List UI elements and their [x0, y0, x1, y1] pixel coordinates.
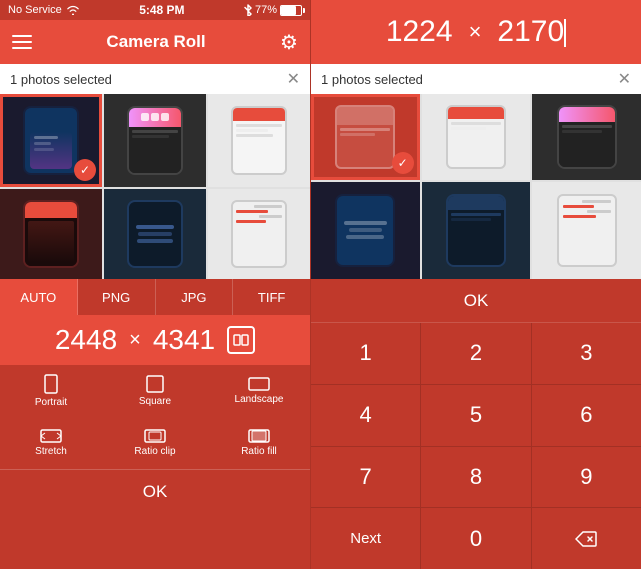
portrait-icon [42, 374, 60, 394]
status-time: 5:48 PM [139, 3, 184, 17]
stretch-button[interactable]: Stretch [0, 417, 102, 469]
selection-count-left: 1 photos selected [10, 72, 112, 87]
hamburger-line-1 [12, 35, 32, 37]
right-multiply: × [469, 19, 482, 45]
photo-thumb-r6[interactable] [532, 182, 641, 280]
square-icon [146, 375, 164, 393]
multiply-symbol-left: × [129, 329, 141, 352]
settings-gear-button[interactable]: ⚙ [280, 30, 298, 55]
hamburger-line-3 [12, 47, 32, 49]
right-width: 1224 [386, 15, 453, 49]
backspace-button[interactable] [532, 508, 641, 569]
photo-thumb-4[interactable] [0, 189, 102, 280]
bluetooth-icon [244, 4, 252, 16]
photo-thumb-r4[interactable] [311, 182, 420, 280]
backspace-icon [575, 531, 597, 547]
left-panel: No Service 5:48 PM 77% [0, 0, 310, 569]
photo-thumb-r5[interactable] [422, 182, 531, 280]
ratio-clip-label: Ratio clip [134, 446, 175, 457]
tab-jpg[interactable]: JPG [156, 279, 234, 315]
format-tabs: AUTO PNG JPG TIFF [0, 279, 310, 315]
cursor [564, 19, 566, 47]
square-label: Square [139, 396, 171, 407]
status-right: 77% [244, 4, 302, 16]
photo-thumb-3[interactable] [208, 94, 310, 187]
ratio-fill-label: Ratio fill [241, 446, 277, 457]
right-height: 2170 [497, 15, 566, 49]
battery-fill [281, 6, 296, 15]
key-9[interactable]: 9 [532, 447, 641, 508]
photo-thumb-6[interactable] [208, 189, 310, 280]
photo-thumb-r3[interactable] [532, 94, 641, 180]
selected-badge-r1: ✓ [392, 152, 414, 174]
selection-bar-left: 1 photos selected ✕ [0, 64, 310, 94]
hamburger-line-2 [12, 41, 32, 43]
menu-button[interactable] [12, 35, 32, 49]
key-0[interactable]: 0 [421, 508, 530, 569]
numpad: OK 1 2 3 4 5 6 7 8 9 Next 0 [311, 279, 641, 569]
key-6[interactable]: 6 [532, 385, 641, 446]
mode-row-1: Portrait Square Landscape [0, 365, 310, 417]
mode-row-2: Stretch Ratio clip Ratio fill [0, 417, 310, 469]
battery-percent: 77% [255, 4, 277, 16]
photo-thumb-2[interactable] [104, 94, 206, 187]
camera-roll-title: Camera Roll [106, 32, 205, 52]
portrait-label: Portrait [35, 397, 67, 408]
landscape-button[interactable]: Landscape [208, 365, 310, 417]
photo-thumb-1[interactable]: ✓ [0, 94, 102, 187]
ratio-fill-button[interactable]: Ratio fill [208, 417, 310, 469]
ratio-clip-icon [144, 429, 166, 443]
battery-icon [280, 5, 302, 16]
photo-grid-left: ✓ [0, 94, 310, 279]
ratio-clip-button[interactable]: Ratio clip [104, 417, 206, 469]
selection-count-right: 1 photos selected [321, 72, 423, 87]
tab-tiff[interactable]: TIFF [233, 279, 310, 315]
close-selection-left[interactable]: ✕ [287, 69, 300, 89]
service-label: No Service [8, 4, 62, 16]
close-selection-right[interactable]: ✕ [618, 69, 631, 89]
photo-thumb-r1[interactable]: ✓ [311, 94, 420, 180]
status-bar-left: No Service 5:48 PM 77% [0, 0, 310, 20]
key-3[interactable]: 3 [532, 323, 641, 384]
link-icon-svg [233, 332, 249, 348]
key-8[interactable]: 8 [421, 447, 530, 508]
landscape-label: Landscape [235, 394, 284, 405]
key-5[interactable]: 5 [421, 385, 530, 446]
width-value: 2448 [55, 324, 117, 356]
key-1[interactable]: 1 [311, 323, 420, 384]
landscape-icon [248, 377, 270, 391]
dimension-display-right: 1224 × 2170 [311, 0, 641, 64]
stretch-label: Stretch [35, 446, 67, 457]
key-2[interactable]: 2 [421, 323, 530, 384]
height-value: 4341 [153, 324, 215, 356]
stretch-icon [40, 429, 62, 443]
numpad-grid: 1 2 3 4 5 6 7 8 9 Next 0 [311, 323, 641, 569]
tab-png[interactable]: PNG [78, 279, 156, 315]
photo-thumb-5[interactable] [104, 189, 206, 280]
selection-bar-right: 1 photos selected ✕ [311, 64, 641, 94]
photo-thumb-r2[interactable] [422, 94, 531, 180]
square-button[interactable]: Square [104, 365, 206, 417]
wifi-icon [66, 5, 80, 15]
key-4[interactable]: 4 [311, 385, 420, 446]
selected-badge-1: ✓ [74, 159, 96, 181]
tab-auto[interactable]: AUTO [0, 279, 78, 315]
key-7[interactable]: 7 [311, 447, 420, 508]
dimension-row-left: 2448 × 4341 [0, 315, 310, 365]
portrait-button[interactable]: Portrait [0, 365, 102, 417]
photo-grid-right: ✓ [311, 94, 641, 279]
ok-button-left[interactable]: OK [0, 469, 310, 513]
link-dimensions-button[interactable] [227, 326, 255, 354]
right-panel: 1224 × 2170 1 photos selected ✕ ✓ [310, 0, 641, 569]
top-bar-left: Camera Roll ⚙ [0, 20, 310, 64]
ratio-fill-icon [248, 429, 270, 443]
status-left: No Service [8, 4, 80, 16]
ok-button-right[interactable]: OK [311, 279, 641, 323]
next-button[interactable]: Next [311, 508, 420, 569]
